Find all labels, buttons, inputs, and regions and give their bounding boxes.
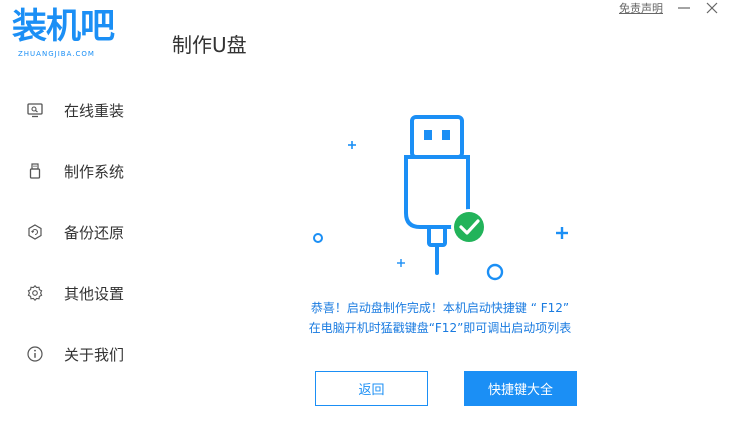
monitor-icon: [26, 101, 44, 119]
app-logo: 装机吧 ZHUANGJIBA.COM: [12, 7, 152, 60]
gear-icon: [26, 284, 44, 302]
info-icon: [26, 345, 44, 363]
sidebar-item-online-reinstall[interactable]: 在线重装: [26, 98, 124, 122]
sidebar-item-backup-restore[interactable]: 备份还原: [26, 220, 124, 244]
hotkey-hint-message: 在电脑开机时猛戳键盘“F12”即可调出启动项列表: [308, 321, 572, 335]
sidebar-item-label: 备份还原: [64, 223, 125, 242]
hotkey-list-button[interactable]: 快捷键大全: [464, 371, 577, 406]
back-button[interactable]: 返回: [315, 371, 428, 406]
sparkle-ring-icon: [486, 263, 504, 281]
sidebar-item-other-settings[interactable]: 其他设置: [26, 281, 124, 305]
close-icon[interactable]: [705, 1, 719, 15]
sparkle-plus-icon: [397, 259, 405, 267]
sidebar-item-about-us[interactable]: 关于我们: [26, 342, 124, 366]
sidebar-item-label: 在线重装: [64, 101, 125, 120]
sidebar-item-label: 关于我们: [64, 345, 125, 364]
sparkle-ring-icon: [313, 233, 323, 243]
logo-subtext: ZHUANGJIBA.COM: [18, 50, 95, 58]
check-circle-icon: [454, 212, 484, 242]
page-title: 制作U盘: [172, 33, 247, 57]
sparkle-plus-icon: [556, 227, 568, 239]
sidebar-item-label: 其他设置: [64, 284, 125, 303]
disclaimer-link[interactable]: 免责声明: [619, 0, 663, 16]
sidebar-item-label: 制作系统: [64, 162, 125, 181]
usb-drive-icon: [26, 162, 44, 180]
sparkle-plus-icon: [348, 141, 356, 149]
window-controls: 免责声明: [619, 0, 719, 16]
backup-icon: [26, 223, 44, 241]
success-message: 恭喜！启动盘制作完成！本机启动快捷键 “ F12”: [310, 301, 570, 315]
usb-plug-success-icon: [300, 105, 600, 290]
logo-text: 装机吧: [12, 7, 115, 47]
minimize-icon[interactable]: [677, 1, 691, 15]
sidebar-item-make-system[interactable]: 制作系统: [26, 159, 124, 183]
